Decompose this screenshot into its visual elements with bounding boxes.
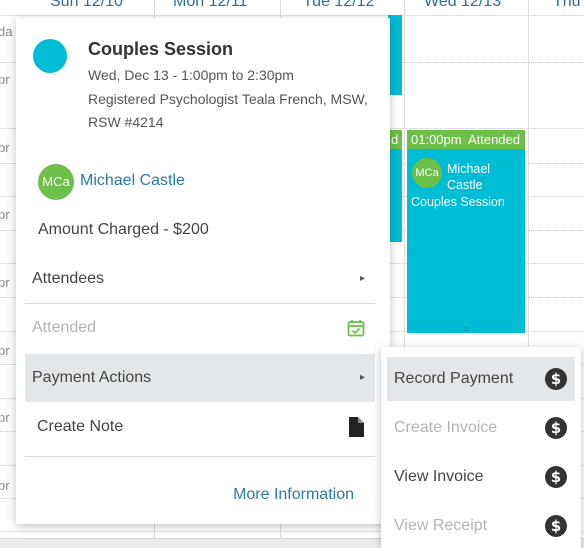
day-header-sun[interactable]: Sun 12/10 (50, 0, 123, 11)
menu-item-attendees[interactable]: Attendees ▸ (25, 255, 375, 303)
event-fragment[interactable] (388, 15, 402, 95)
avatar: MCa (412, 158, 442, 188)
time-label: da (0, 24, 13, 39)
submenu-label: Create Invoice (394, 419, 498, 436)
menu-item-attended[interactable]: Attended (25, 304, 375, 352)
menu-item-create-note[interactable]: Create Note (25, 403, 375, 451)
event-client-name: Michael Castle (447, 162, 491, 192)
provider-name: Registered Psychologist Teala French, MS… (88, 91, 368, 107)
submenu-record-payment[interactable]: Record Payment $ (387, 357, 575, 401)
time-label: pr (0, 275, 10, 290)
client-name-link[interactable]: Michael Castle (80, 172, 185, 190)
provider-license: RSW #4214 (88, 114, 164, 130)
menu-item-label: Payment Actions (32, 369, 152, 386)
popover-title: Couples Session (88, 39, 234, 59)
day-header-mon[interactable]: Mon 12/11 (173, 0, 247, 11)
submenu-label: View Invoice (394, 468, 484, 485)
time-label: pr (0, 478, 10, 493)
dollar-circle-icon: $ (545, 417, 567, 439)
time-label: pr (0, 343, 10, 358)
amount-charged: Amount Charged - $200 (38, 221, 209, 238)
submenu-view-invoice[interactable]: View Invoice $ (387, 455, 575, 499)
document-icon (349, 417, 364, 437)
dollar-circle-icon: $ (545, 368, 567, 390)
appointment-datetime: Wed, Dec 13 - 1:00pm to 2:30pm (88, 67, 294, 83)
menu-item-label: Attendees (32, 270, 105, 287)
time-label: pr (0, 140, 10, 155)
payment-actions-submenu: Record Payment $ Create Invoice $ View I… (381, 347, 581, 548)
event-card[interactable]: 01:00pm Attended MCa Michael Castle Coup… (407, 130, 525, 334)
time-label: pr (0, 72, 10, 87)
session-color-dot (33, 39, 67, 73)
event-time: 01:00pm (411, 132, 462, 147)
submenu-label: Record Payment (394, 370, 514, 387)
time-label: pr (0, 207, 10, 222)
event-card-header: 01:00pm Attended (407, 130, 525, 149)
event-fragment-header: d (388, 130, 402, 149)
chevron-right-icon: ▸ (359, 372, 365, 383)
appointment-popover: Couples Session Wed, Dec 13 - 1:00pm to … (16, 18, 390, 524)
event-status: Attended (467, 132, 520, 147)
event-session-type: Couples Session (411, 195, 505, 209)
chevron-right-icon: ▸ (359, 273, 365, 284)
calendar-check-icon (347, 320, 365, 337)
avatar: MCa (38, 164, 74, 200)
dollar-circle-icon: $ (545, 466, 567, 488)
submenu-label: View Receipt (394, 517, 488, 534)
time-label: pr (0, 410, 10, 425)
menu-item-label: Create Note (37, 418, 124, 435)
day-header-wed[interactable]: Wed 12/13 (424, 0, 501, 11)
day-header-thu[interactable]: Thu (553, 0, 581, 11)
more-information-link[interactable]: More Information (233, 486, 354, 504)
row-divider (0, 15, 584, 16)
submenu-create-invoice[interactable]: Create Invoice $ (387, 406, 575, 450)
menu-item-payment-actions[interactable]: Payment Actions ▸ (25, 354, 375, 402)
resize-handle[interactable]: = (464, 324, 469, 334)
dollar-circle-icon: $ (545, 515, 567, 537)
menu-item-label: Attended (32, 319, 97, 336)
submenu-view-receipt[interactable]: View Receipt $ (387, 504, 575, 548)
divider (25, 456, 375, 457)
day-header-tue[interactable]: Tue 12/12 (303, 0, 374, 11)
